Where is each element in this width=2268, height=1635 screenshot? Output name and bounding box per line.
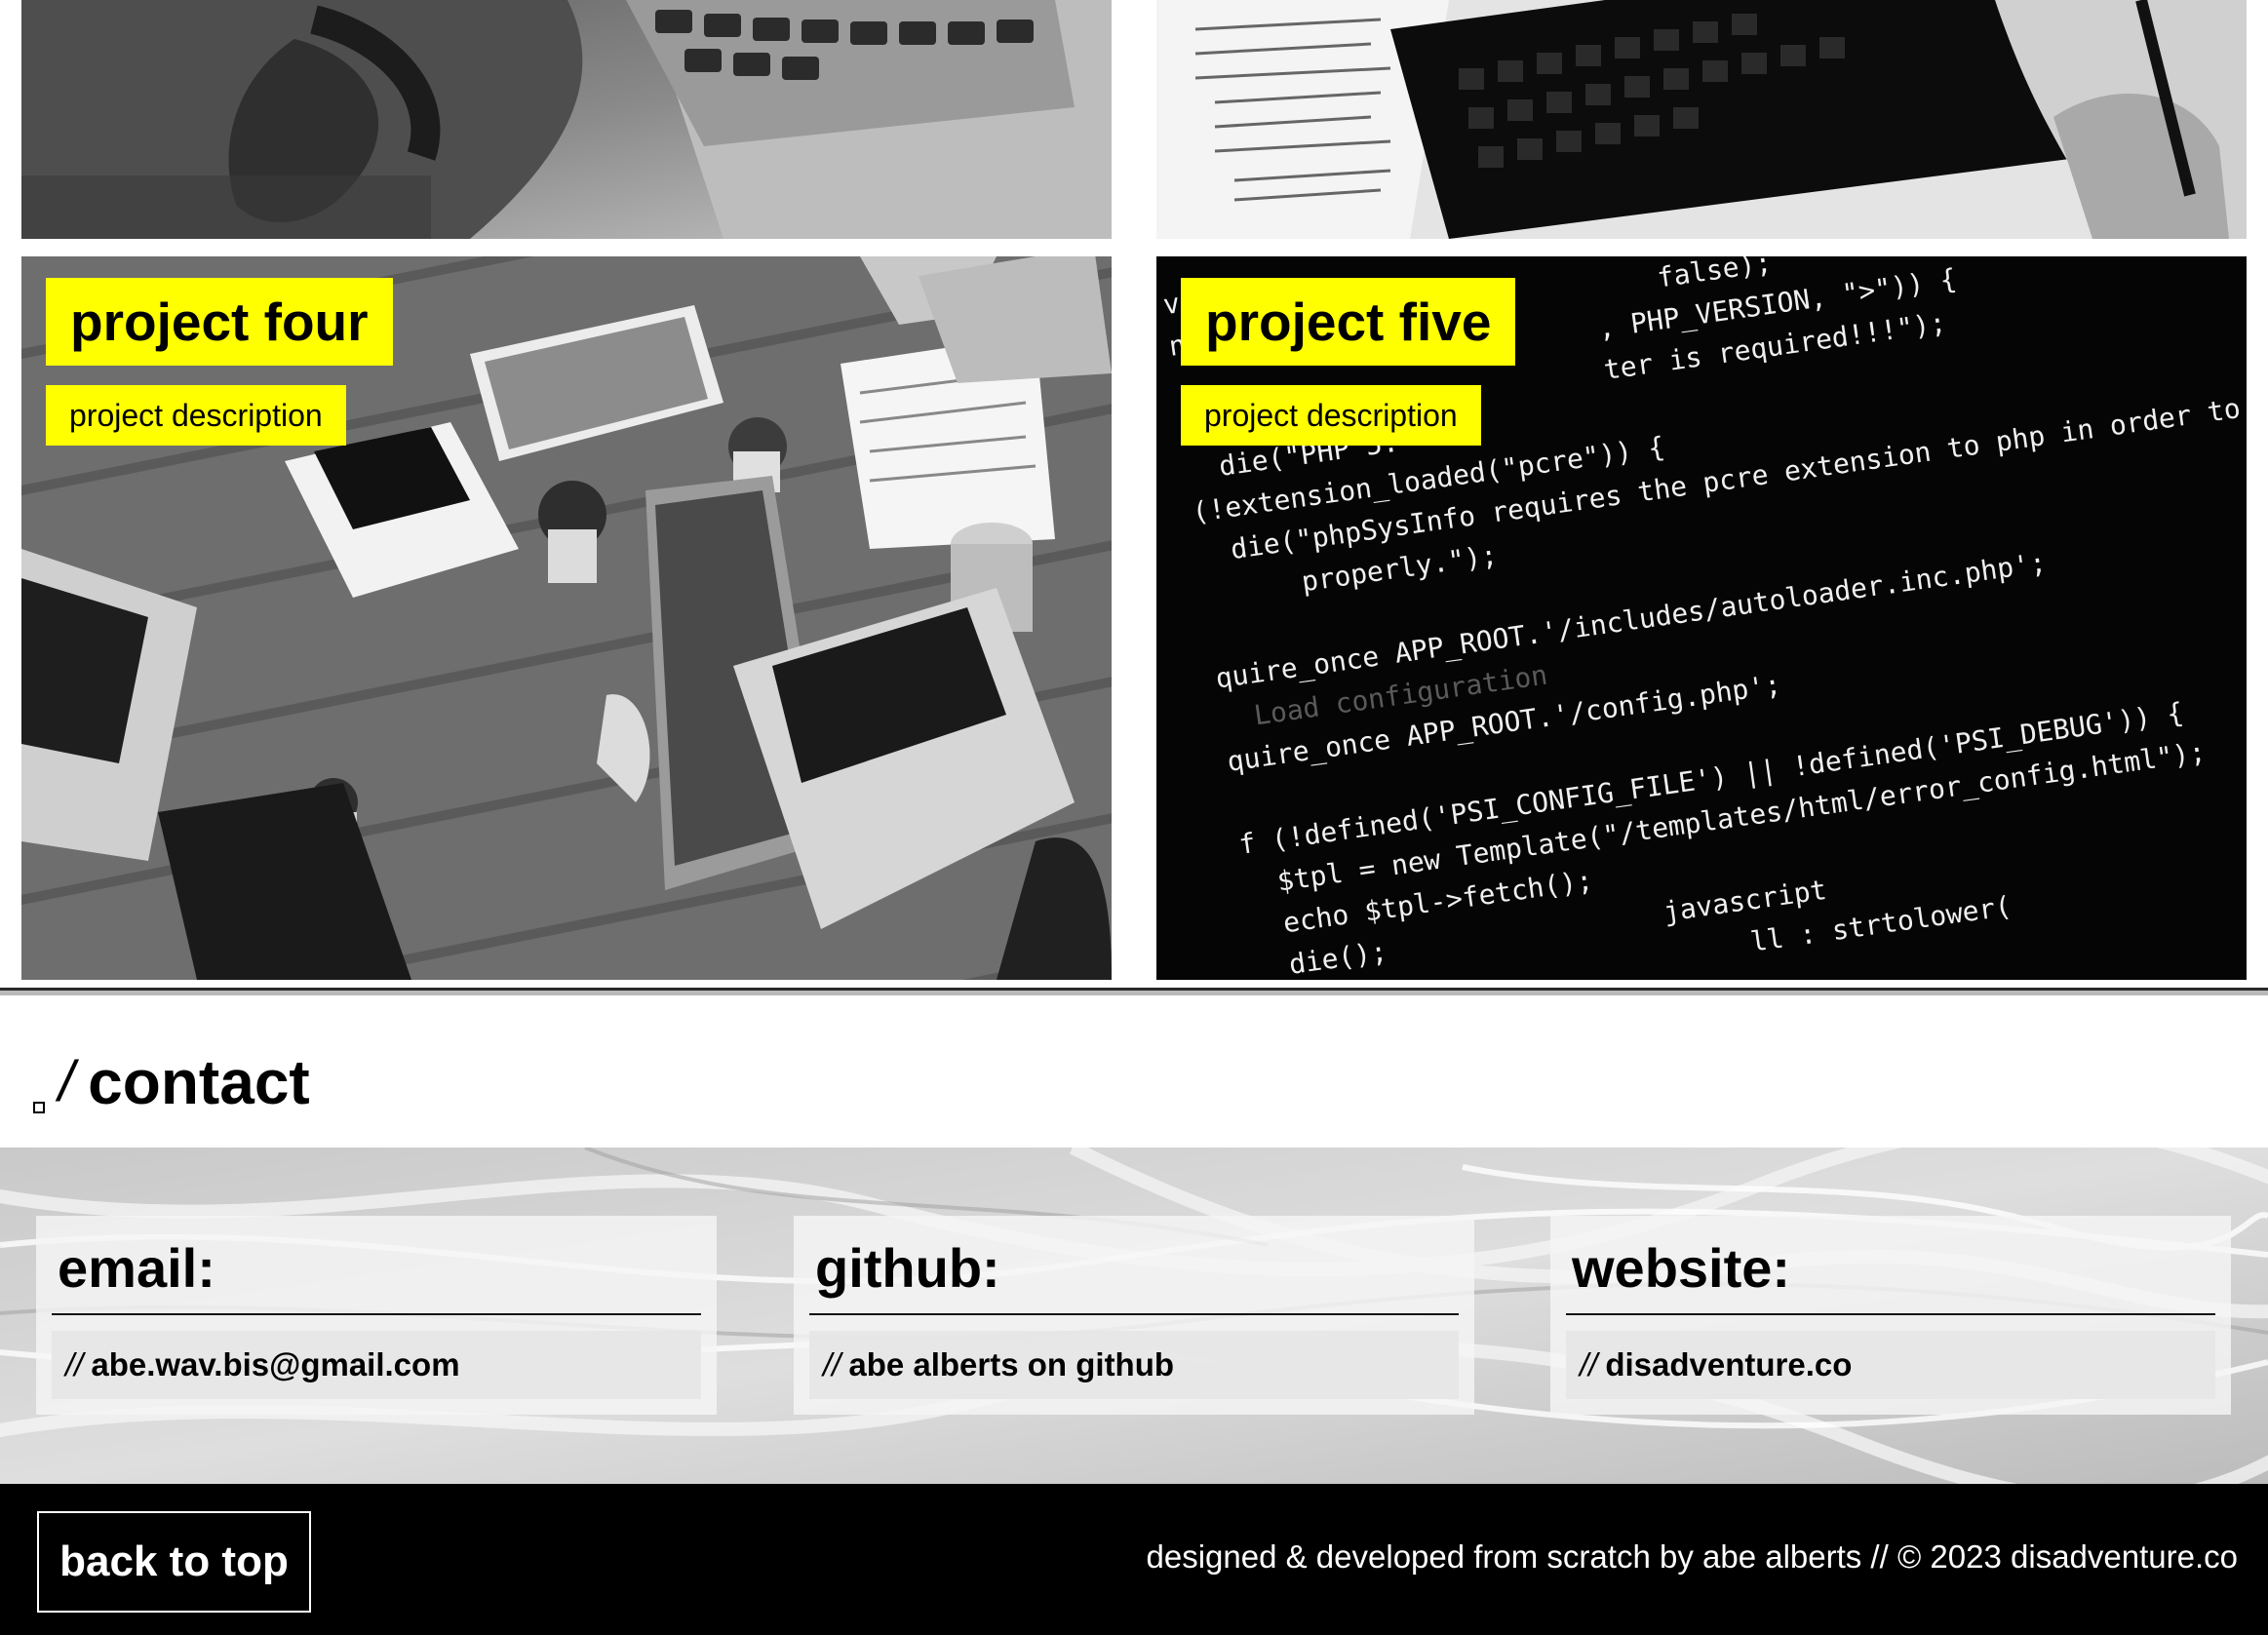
website-link[interactable]: // disadventure.co: [1566, 1331, 2215, 1399]
website-link-text: disadventure.co: [1605, 1346, 1853, 1382]
link-prefix: //: [823, 1346, 841, 1382]
contact-section: email: // abe.wav.bis@gmail.com github: …: [0, 1148, 2268, 1484]
section-title: contact: [88, 1047, 310, 1117]
link-prefix: //: [65, 1346, 84, 1382]
back-to-top-button[interactable]: back to top: [37, 1511, 311, 1613]
contact-card-website: website: // disadventure.co: [1550, 1216, 2231, 1415]
github-link-text: abe alberts on github: [848, 1346, 1175, 1382]
project-image-keyboard: [1156, 0, 2247, 239]
card-heading: email:: [52, 1231, 701, 1315]
card-heading: website:: [1566, 1231, 2215, 1315]
footer: back to top designed & developed from sc…: [0, 1484, 2268, 1635]
projects-grid: project four project description vane("p…: [0, 0, 2268, 987]
project-card-five[interactable]: vane("p false); , PHP_VERSION, ">")) {ve…: [1156, 256, 2247, 980]
project-card-keyboard[interactable]: [1156, 0, 2247, 239]
contact-heading: / contact: [29, 1033, 310, 1121]
card-heading: github:: [809, 1231, 1459, 1315]
square-icon: [33, 1102, 45, 1113]
project-title: project four: [46, 278, 393, 366]
footer-credits: designed & developed from scratch by abe…: [1146, 1538, 2239, 1575]
slash-icon: /: [59, 1050, 75, 1113]
email-link-text: abe.wav.bis@gmail.com: [91, 1346, 460, 1382]
section-divider: [0, 988, 2268, 995]
project-image-laptop: [21, 0, 1112, 239]
project-card-three[interactable]: [21, 0, 1112, 239]
contact-card-github: github: // abe alberts on github: [794, 1216, 1474, 1415]
link-prefix: //: [1580, 1346, 1598, 1382]
github-link[interactable]: // abe alberts on github: [809, 1331, 1459, 1399]
project-description: project description: [46, 385, 346, 446]
contact-card-email: email: // abe.wav.bis@gmail.com: [36, 1216, 717, 1415]
email-link[interactable]: // abe.wav.bis@gmail.com: [52, 1331, 701, 1399]
project-description: project description: [1181, 385, 1481, 446]
project-title: project five: [1181, 278, 1516, 366]
project-card-four[interactable]: project four project description: [21, 256, 1112, 980]
